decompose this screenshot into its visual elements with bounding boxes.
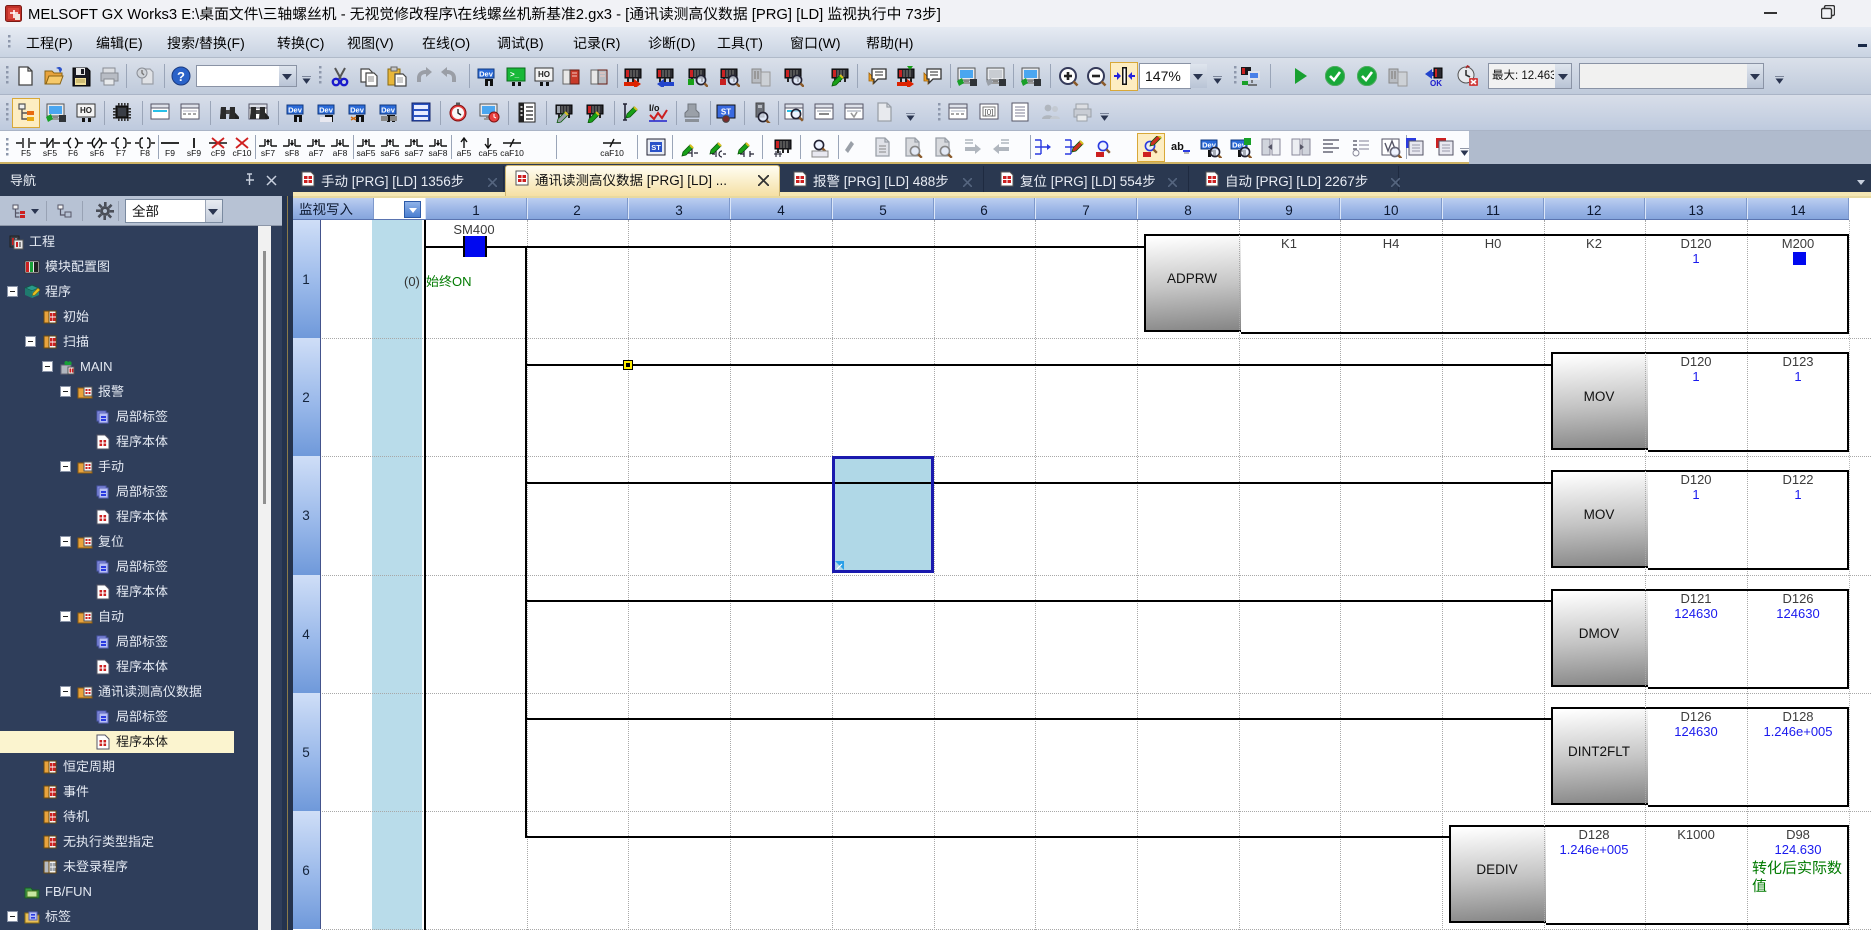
svg-text:OK: OK: [1430, 78, 1442, 87]
svg-text:HO: HO: [80, 105, 92, 116]
svg-text:Dev: Dev: [479, 69, 494, 80]
svg-text:Dev: Dev: [319, 105, 334, 116]
svg-text:?: ?: [177, 66, 185, 85]
svg-text:ab: ab: [1171, 138, 1184, 154]
svg-text:[0]: [0]: [985, 107, 994, 118]
svg-text:Dev: Dev: [288, 105, 303, 116]
svg-text:Dev: Dev: [350, 105, 365, 116]
svg-text:HO: HO: [538, 69, 550, 80]
svg-text:ST: ST: [651, 142, 661, 153]
svg-text:>_: >_: [510, 69, 520, 80]
svg-text:Dev: Dev: [381, 105, 396, 116]
